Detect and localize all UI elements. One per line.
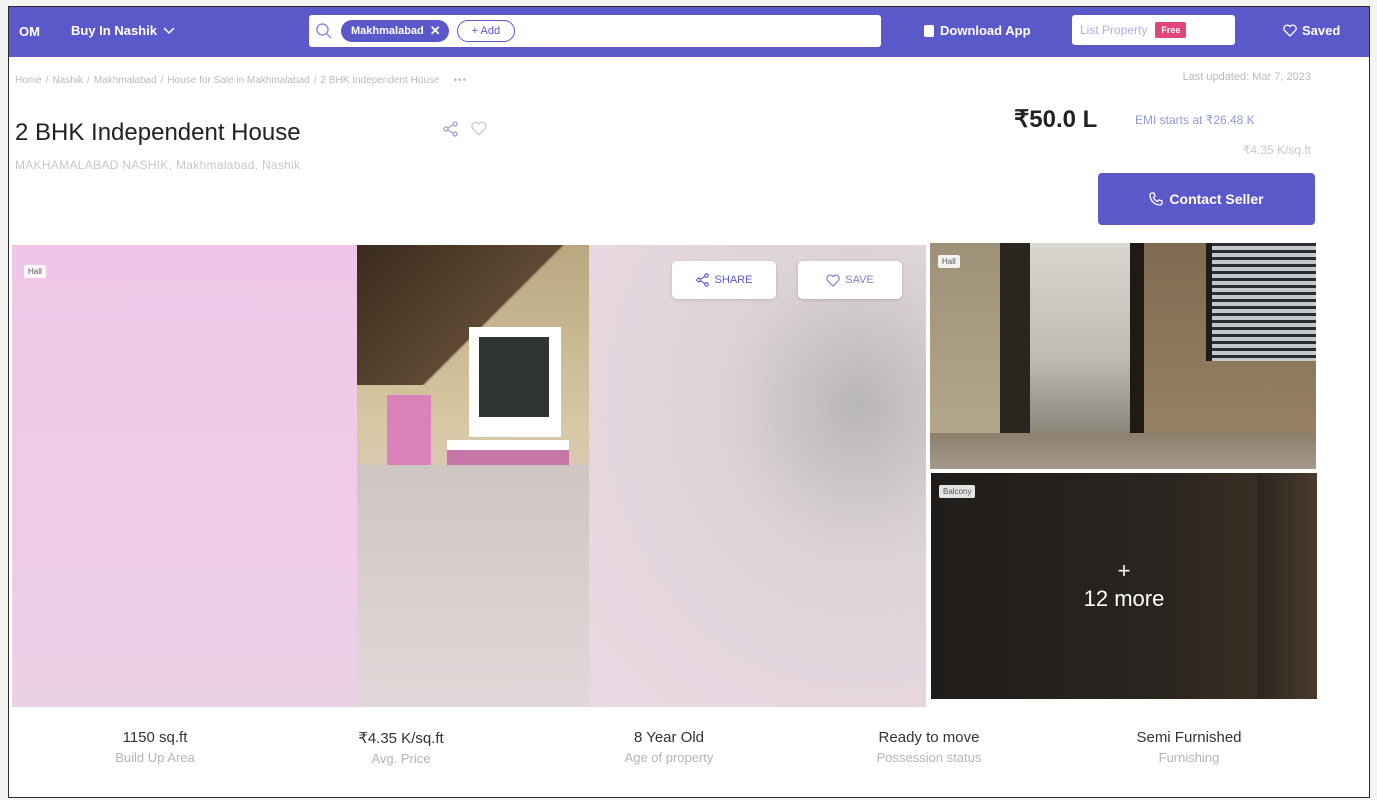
property-stats: 1150 sq.ft Build Up Area ₹4.35 K/sq.ft A…	[9, 719, 1369, 797]
photo-floor	[357, 465, 589, 707]
city-menu[interactable]: Buy In Nashik	[71, 23, 175, 38]
phone-icon	[1149, 192, 1164, 206]
stat-label: Furnishing	[1158, 750, 1220, 765]
save-button[interactable]: SAVE	[798, 261, 902, 299]
photo-hall-doorway	[1030, 243, 1136, 433]
download-app-label: Download App	[940, 23, 1031, 38]
emi-info[interactable]: EMI starts at ₹26.48 K	[1135, 113, 1255, 127]
free-badge: Free	[1155, 22, 1187, 38]
breadcrumb-separator: /	[160, 75, 164, 86]
photo-hall-window	[1206, 243, 1316, 361]
stat-label: Avg. Price	[371, 751, 431, 766]
breadcrumb-locality[interactable]: Makhmalabad	[94, 75, 157, 86]
share-label: SHARE	[714, 274, 753, 286]
stat-furnishing: Semi Furnished Furnishing	[1059, 719, 1319, 765]
stat-label: Age of property	[624, 750, 714, 765]
stat-build-up-area: 1150 sq.ft Build Up Area	[25, 719, 285, 765]
property-address: MAKHAMALABAD NASHIK, Makhmalabad, Nashik	[15, 158, 301, 172]
saved-label: Saved	[1302, 23, 1341, 38]
hall-photo-thumb[interactable]: Hall	[930, 243, 1316, 469]
stat-possession: Ready to move Possession status	[799, 719, 1059, 765]
breadcrumb-more-button[interactable]: •••	[454, 75, 468, 86]
chevron-down-icon	[163, 26, 175, 34]
stat-label: Build Up Area	[115, 750, 195, 765]
stat-value: Ready to move	[878, 729, 980, 746]
title-actions	[443, 121, 487, 137]
search-icon	[316, 23, 332, 39]
list-property-label: List Property	[1080, 23, 1148, 37]
photo-tag: Hall	[24, 265, 46, 278]
photo-wall-pink	[12, 245, 357, 707]
save-label: SAVE	[845, 274, 874, 286]
more-photos-button[interactable]: + 12 more	[931, 473, 1317, 699]
top-nav: OM Buy In Nashik Makhmalabad ✕ + Add Dow…	[9, 7, 1369, 57]
plus-icon: +	[1117, 558, 1131, 583]
photo-pink-cabinet	[387, 395, 431, 465]
photo-hall-floor	[930, 433, 1316, 469]
breadcrumb-separator: /	[313, 75, 317, 86]
heart-icon	[1283, 24, 1297, 37]
stat-value: ₹4.35 K/sq.ft	[358, 730, 444, 747]
photo-right-blur	[589, 245, 926, 707]
close-icon[interactable]: ✕	[430, 23, 441, 39]
breadcrumb-home[interactable]: Home	[15, 75, 42, 86]
last-updated: Last updated: Mar 7, 2023	[1182, 71, 1311, 83]
add-location-button[interactable]: + Add	[456, 20, 516, 42]
contact-seller-label: Contact Seller	[1169, 191, 1264, 207]
property-price: ₹50.0 L	[1014, 106, 1098, 133]
breadcrumb-separator: /	[87, 75, 90, 86]
photo-hall-frame	[1130, 243, 1144, 443]
stat-age: 8 Year Old Age of property	[539, 719, 799, 765]
location-chip-label: Makhmalabad	[351, 25, 424, 37]
search-bar[interactable]: Makhmalabad ✕ + Add	[309, 15, 881, 47]
city-menu-label: Buy In Nashik	[71, 23, 157, 38]
balcony-photo-thumb[interactable]: Balcony + 12 more	[931, 473, 1317, 699]
share-icon[interactable]	[443, 121, 459, 137]
more-photos-label: 12 more	[1083, 586, 1165, 611]
photo-tag: Hall	[938, 255, 960, 268]
share-button[interactable]: SHARE	[672, 261, 776, 299]
breadcrumb: Home / Nashik / Makhmalabad / House for Sal…	[15, 75, 467, 86]
share-icon	[695, 273, 709, 287]
breadcrumb-current: 2 BHK Independent House	[320, 75, 440, 86]
saved-button[interactable]: Saved	[1283, 23, 1340, 38]
heart-icon	[826, 274, 840, 287]
photo-board	[469, 327, 561, 437]
brand-logo[interactable]: OM	[19, 24, 40, 39]
heart-icon[interactable]	[471, 121, 487, 136]
contact-seller-button[interactable]: Contact Seller	[1098, 173, 1315, 225]
breadcrumb-separator: /	[45, 75, 49, 86]
stat-avg-price: ₹4.35 K/sq.ft Avg. Price	[271, 719, 531, 766]
property-title: 2 BHK Independent House	[15, 119, 301, 146]
breadcrumb-category[interactable]: House for Sale in Makhmalabad	[167, 75, 309, 86]
list-property-button[interactable]: List Property Free	[1072, 15, 1235, 45]
stat-value: Semi Furnished	[1136, 729, 1242, 746]
stat-value: 1150 sq.ft	[122, 729, 188, 746]
download-icon	[924, 24, 934, 37]
breadcrumb-city[interactable]: Nashik	[52, 75, 83, 86]
price-per-sqft: ₹4.35 K/sq.ft	[1242, 143, 1311, 157]
download-app-button[interactable]: Download App	[923, 23, 1031, 38]
main-photo[interactable]: Hall SHARE SAVE	[12, 245, 926, 707]
location-chip[interactable]: Makhmalabad ✕	[341, 20, 449, 42]
stat-value: 8 Year Old	[633, 729, 705, 746]
page: OM Buy In Nashik Makhmalabad ✕ + Add Dow…	[8, 6, 1370, 798]
stat-label: Possession status	[876, 750, 982, 765]
